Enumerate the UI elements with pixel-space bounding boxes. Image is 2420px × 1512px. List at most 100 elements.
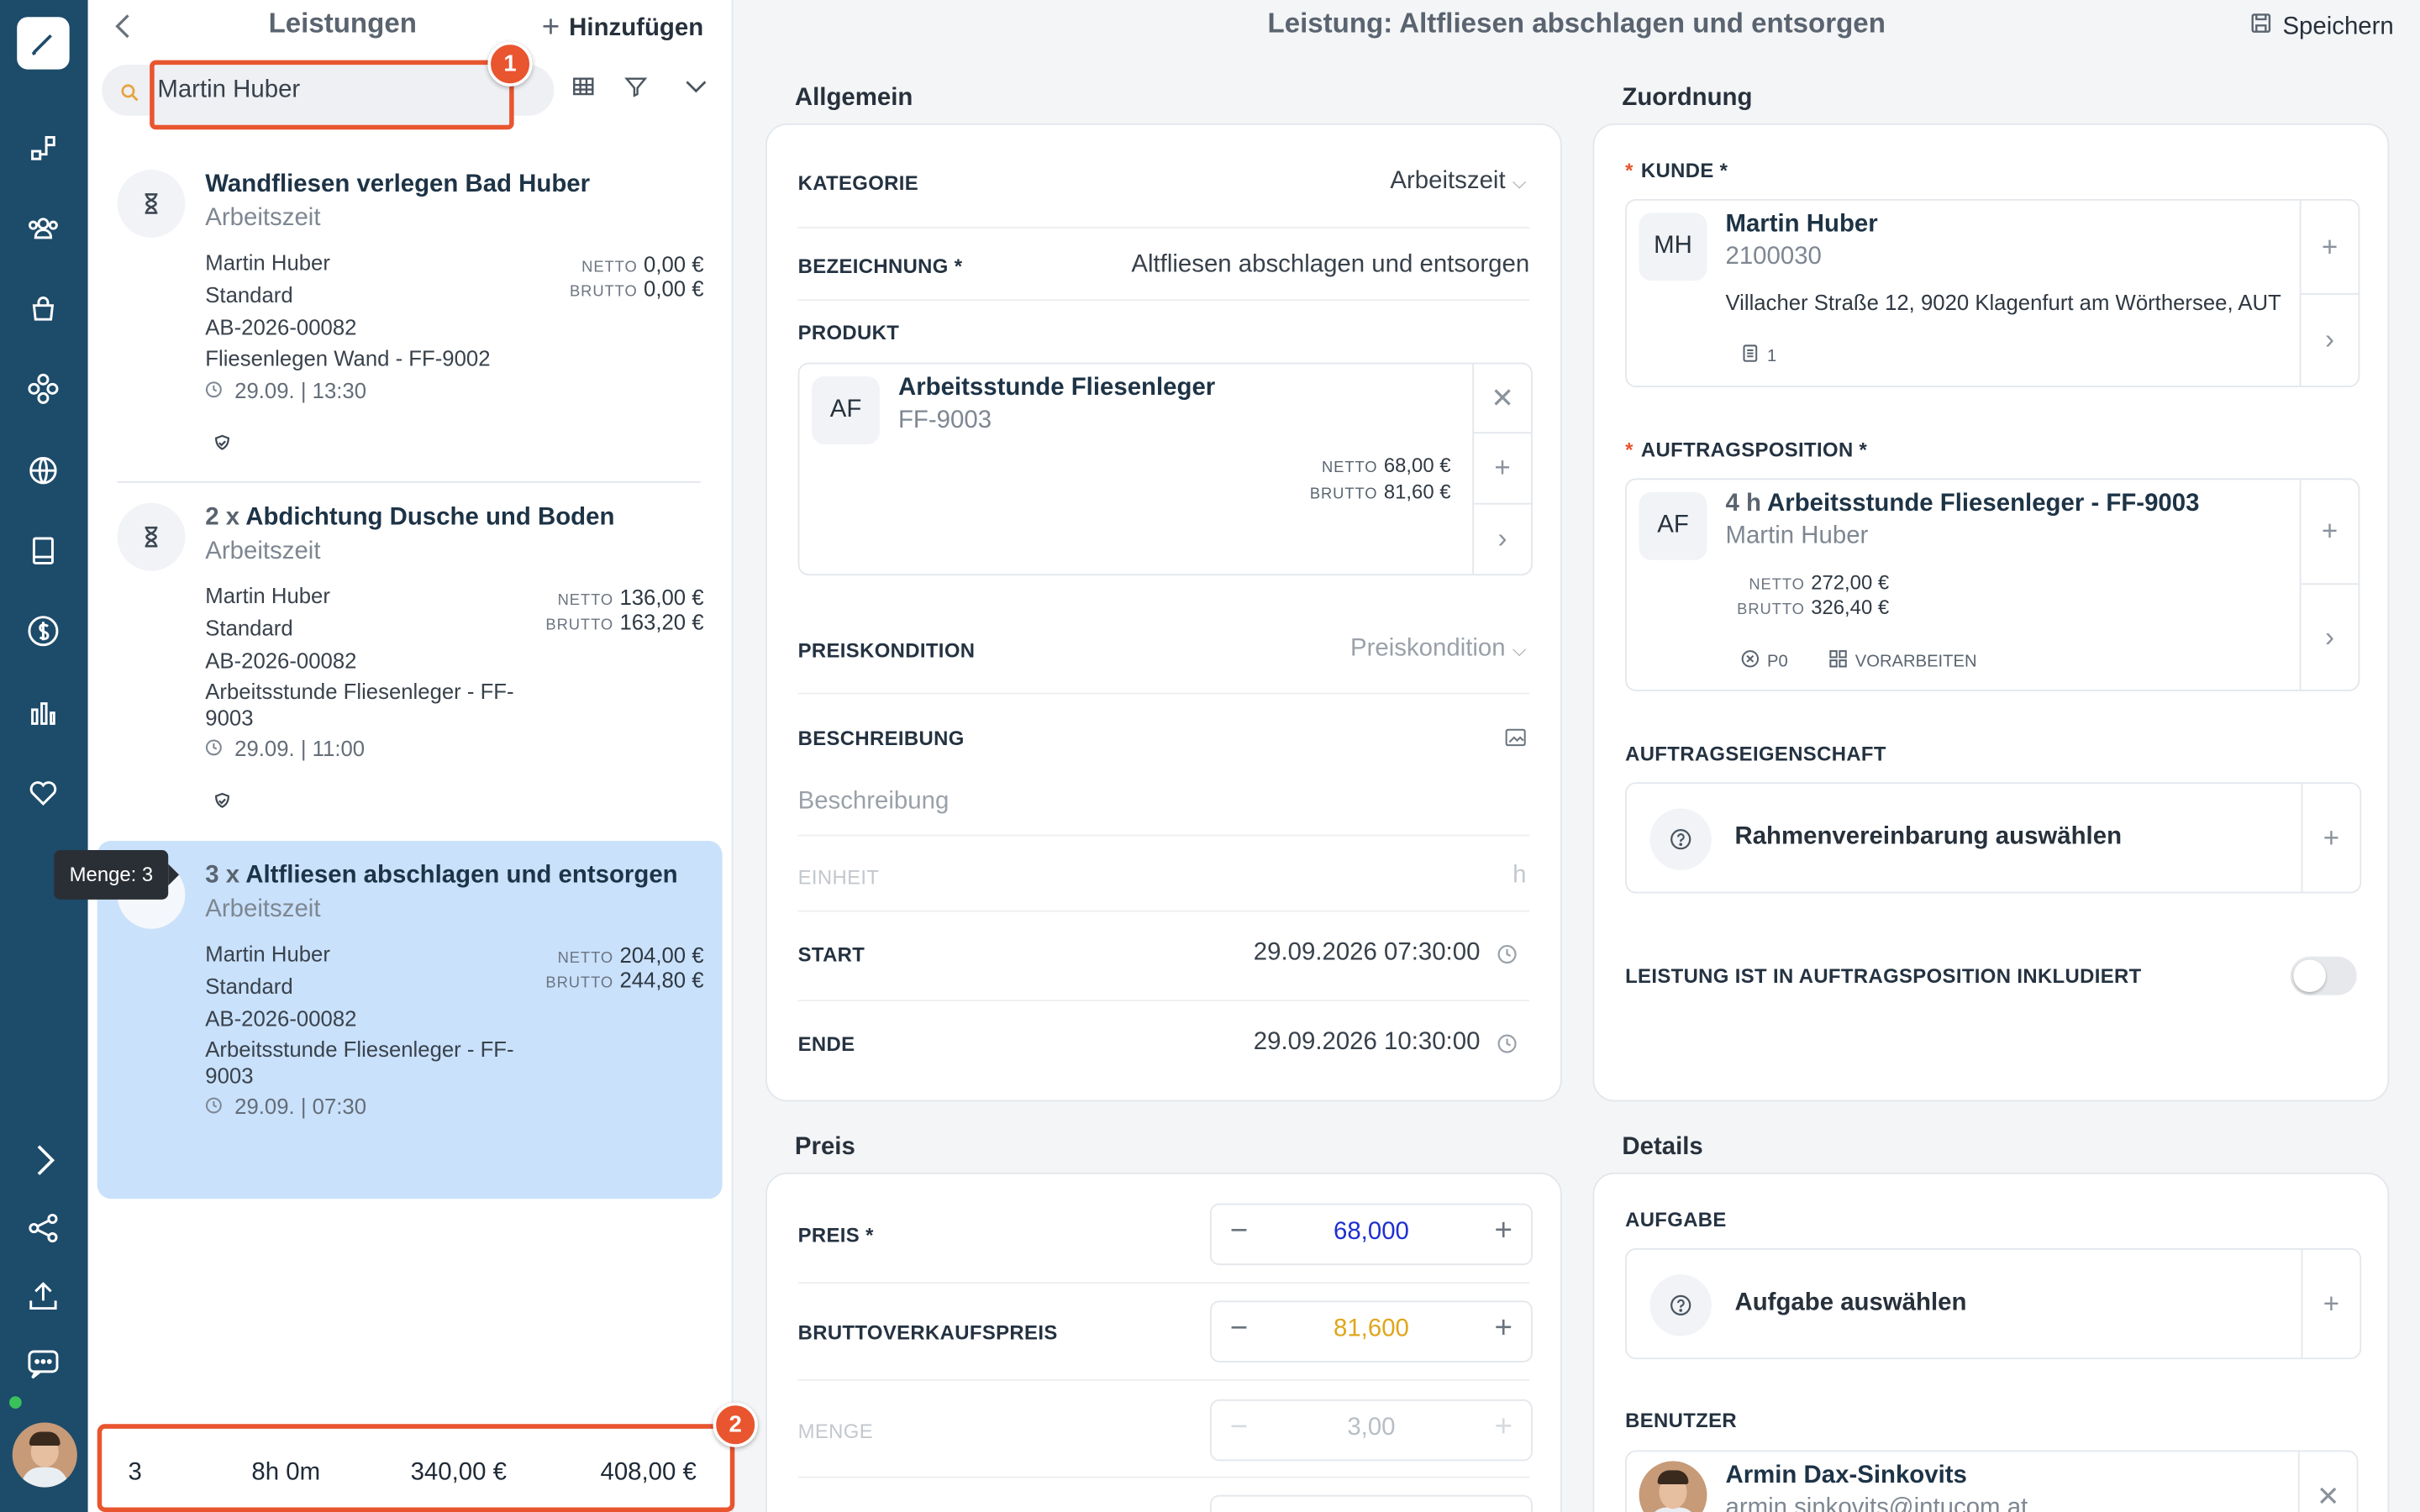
item-product: Arbeitsstunde Fliesenleger - FF-9003 bbox=[205, 1037, 514, 1088]
item-time: 29.09. | 07:30 bbox=[205, 1094, 366, 1119]
start-input[interactable]: 29.09.2026 07:30:00 bbox=[1254, 940, 1481, 968]
bag-icon[interactable] bbox=[22, 287, 65, 330]
footer-duration: 8h 0m bbox=[251, 1459, 321, 1486]
modules-icon[interactable] bbox=[22, 367, 65, 410]
plus-icon[interactable]: + bbox=[2301, 201, 2359, 295]
user-avatar[interactable] bbox=[12, 1422, 77, 1488]
item-subtitle: Arbeitszeit bbox=[205, 896, 321, 923]
produkt-label: PRODUKT bbox=[797, 321, 900, 344]
produkt-netto: NETTO 68,00 € bbox=[1321, 454, 1451, 477]
rahmenvereinbarung-placeholder: Rahmenvereinbarung auswählen bbox=[1734, 823, 2123, 851]
preis-value[interactable]: 68,000 bbox=[1212, 1219, 1531, 1247]
chevron-right-icon[interactable]: › bbox=[2302, 585, 2359, 690]
auftragsposition-card[interactable]: AF 4 h Arbeitsstunde Fliesenleger - FF-9… bbox=[1625, 478, 2360, 691]
share-icon[interactable] bbox=[22, 1206, 65, 1249]
produkt-code: FF-9003 bbox=[897, 407, 992, 434]
kategorie-select[interactable]: Arbeitszeit ⌵ bbox=[1390, 168, 1526, 196]
benutzer-card[interactable]: Armin Dax-Sinkovits armin.sinkovits@intu… bbox=[1625, 1450, 2359, 1512]
auftragsposition-brutto: BRUTTO 326,40 € bbox=[1737, 595, 1890, 619]
kunde-documents[interactable]: 1 bbox=[1743, 344, 1776, 368]
produkt-card[interactable]: AF Arbeitsstunde Fliesenleger FF-9003 NE… bbox=[797, 362, 1533, 576]
plus-icon[interactable]: + bbox=[2301, 480, 2359, 585]
brutto-value[interactable]: 81,600 bbox=[1212, 1316, 1531, 1344]
book-icon[interactable] bbox=[22, 529, 65, 572]
inkludiert-toggle[interactable] bbox=[2290, 956, 2357, 995]
bruttoverkaufspreis-label: BRUTTOVERKAUFSPREIS bbox=[797, 1320, 1058, 1344]
item-type: Standard bbox=[205, 615, 293, 641]
clock-icon[interactable] bbox=[1497, 1034, 1518, 1062]
kunde-card[interactable]: MH Martin Huber 2100030 Villacher Straße… bbox=[1625, 198, 2360, 388]
item-product: Fliesenlegen Wand - FF-9002 bbox=[205, 345, 491, 370]
chevron-down-icon: ⌵ bbox=[1512, 638, 1527, 661]
auftragsposition-label: * AUFTRAGSPOSITION * bbox=[1625, 438, 1868, 462]
item-customer: Martin Huber bbox=[205, 583, 330, 608]
item-order: AB-2026-00082 bbox=[205, 648, 357, 673]
einheit-value: h bbox=[1512, 862, 1527, 889]
quantity-tooltip: Menge: 3 bbox=[54, 850, 180, 900]
list-item[interactable]: Wandfliesen verlegen Bad Huber Arbeitsze… bbox=[117, 170, 704, 463]
globe-icon[interactable] bbox=[22, 449, 65, 491]
auftragsposition-customer: Martin Huber bbox=[1725, 522, 1869, 549]
footer-brutto: 408,00 € bbox=[600, 1459, 697, 1486]
search-input[interactable]: Martin Huber bbox=[150, 60, 514, 130]
footer-count: 3 bbox=[128, 1459, 142, 1486]
chevron-down-icon[interactable] bbox=[684, 74, 708, 98]
bezeichnung-input[interactable]: Altfliesen abschlagen und entsorgen bbox=[1131, 251, 1529, 279]
clock-icon bbox=[205, 1094, 222, 1118]
app-sidebar bbox=[0, 0, 88, 1512]
clock-icon[interactable] bbox=[1497, 944, 1518, 972]
start-label: START bbox=[797, 942, 865, 966]
close-icon[interactable]: ✕ bbox=[1474, 364, 1532, 434]
preis-stepper[interactable]: − 68,000 + bbox=[1210, 1203, 1533, 1266]
page-title: Leistung: Altfliesen abschlagen und ents… bbox=[1267, 8, 1886, 39]
plus-icon[interactable]: + bbox=[1495, 1215, 1512, 1250]
auftragsposition-title: 4 h Arbeitsstunde Fliesenleger - FF-9003 bbox=[1725, 491, 2200, 517]
plus-icon[interactable]: + bbox=[2302, 784, 2360, 892]
beschreibung-label: BESCHREIBUNG bbox=[797, 727, 965, 750]
plus-icon[interactable]: + bbox=[2302, 1250, 2360, 1358]
plus-icon[interactable]: + bbox=[1474, 433, 1532, 505]
position-status: VORARBEITEN bbox=[1829, 649, 1977, 673]
plus-icon[interactable]: + bbox=[1495, 1311, 1512, 1347]
heart-icon[interactable] bbox=[22, 771, 65, 814]
auftragseigenschaft-label: AUFTRAGSEIGENSCHAFT bbox=[1625, 742, 1886, 766]
table-view-icon[interactable] bbox=[571, 74, 596, 98]
help-circle-icon bbox=[1649, 1274, 1712, 1336]
filter-icon[interactable] bbox=[623, 74, 648, 98]
auftragsposition-netto: NETTO 272,00 € bbox=[1749, 570, 1890, 595]
rahmenvereinbarung-select[interactable]: Rahmenvereinbarung auswählen + bbox=[1625, 782, 2362, 894]
dollar-icon[interactable] bbox=[22, 610, 65, 653]
close-icon[interactable]: ✕ bbox=[2300, 1452, 2357, 1512]
image-icon[interactable] bbox=[1505, 727, 1527, 754]
users-icon[interactable] bbox=[22, 207, 65, 249]
aufgabe-select[interactable]: Aufgabe auswählen + bbox=[1625, 1247, 2362, 1360]
save-icon bbox=[2250, 13, 2272, 42]
section-preis: Preis bbox=[794, 1134, 855, 1161]
chevron-right-icon[interactable] bbox=[22, 1139, 65, 1182]
beschreibung-input[interactable]: Beschreibung bbox=[798, 789, 950, 816]
footer-netto: 340,00 € bbox=[410, 1459, 507, 1486]
section-zuordnung: Zuordnung bbox=[1622, 85, 1753, 112]
chat-icon[interactable] bbox=[22, 1342, 65, 1385]
add-button[interactable]: + Hinzufügen bbox=[542, 11, 703, 46]
save-button[interactable]: Speichern bbox=[2250, 13, 2394, 42]
annotation-marker-1: 1 bbox=[487, 41, 533, 87]
item-netto: NETTO 136,00 € bbox=[557, 585, 704, 610]
preiskondition-select[interactable]: Preiskondition ⌵ bbox=[1350, 636, 1527, 664]
chevron-right-icon[interactable]: › bbox=[2302, 295, 2359, 386]
brutto-stepper[interactable]: − 81,600 + bbox=[1210, 1300, 1533, 1362]
preiskondition-label: PREISKONDITION bbox=[797, 638, 976, 662]
item-netto: NETTO 204,00 € bbox=[557, 942, 704, 968]
upload-icon[interactable] bbox=[22, 1274, 65, 1317]
list-item[interactable]: 3 x Altfliesen abschlagen und entsorgen … bbox=[117, 860, 704, 1169]
chart-icon[interactable] bbox=[22, 691, 65, 734]
item-product: Arbeitsstunde Fliesenleger - FF-9003 bbox=[205, 679, 514, 730]
preis-panel: PREIS * − 68,000 + BRUTTOVERKAUFSPREIS −… bbox=[765, 1172, 1562, 1512]
process-icon[interactable] bbox=[22, 127, 65, 170]
section-details: Details bbox=[1622, 1134, 1703, 1161]
brush-logo-icon[interactable] bbox=[17, 17, 70, 70]
ende-input[interactable]: 29.09.2026 10:30:00 bbox=[1254, 1029, 1481, 1057]
item-order: AB-2026-00082 bbox=[205, 1005, 357, 1031]
chevron-right-icon[interactable]: › bbox=[1474, 505, 1531, 575]
list-item[interactable]: 2 x Abdichtung Dusche und Boden Arbeitsz… bbox=[117, 502, 704, 811]
